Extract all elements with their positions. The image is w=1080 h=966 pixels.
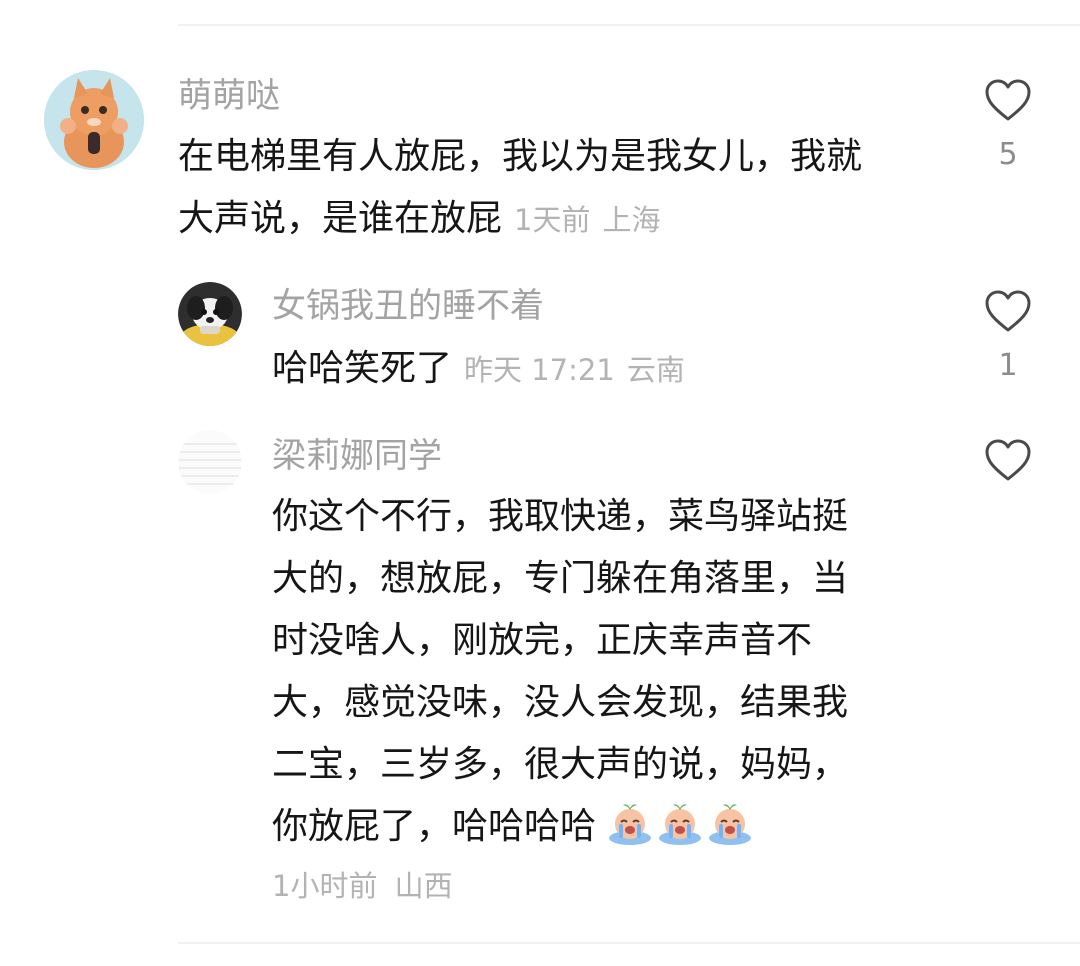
crying-laughing-emoji-icon (659, 804, 702, 845)
comment-line: 大，感觉没味，没人会发现，结果我 (272, 682, 849, 723)
comment-location: 山西 (394, 869, 453, 903)
comment-text: 你这个不行，我取快递，菜鸟驿站挺 大的，想放屁，专门躲在角落里，当 时没啥人，刚… (272, 486, 962, 858)
heart-icon (985, 439, 1031, 481)
comment-time: 1天前 (514, 203, 591, 237)
username[interactable]: 女锅我丑的睡不着 (272, 286, 544, 326)
heart-icon (985, 290, 1031, 332)
comment-time: 昨天 17:21 (464, 353, 615, 387)
puppy-avatar-icon[interactable] (178, 282, 242, 346)
crying-laughing-emoji-icon (709, 804, 752, 845)
comment-line: 哈哈笑死了 昨天 17:21 云南 (272, 348, 685, 389)
crying-laughing-emoji-icon (609, 804, 652, 845)
emoji-group (596, 804, 757, 847)
comment-location: 上海 (602, 203, 661, 237)
comment-location: 云南 (626, 353, 685, 387)
username[interactable]: 梁莉娜同学 (272, 436, 442, 476)
comment-line: 在电梯里有人放屁，我以为是我女儿，我就 (178, 136, 863, 177)
like-button[interactable]: 5 (978, 78, 1038, 174)
cat-avatar-icon[interactable] (44, 70, 144, 170)
comment-line: 你这个不行，我取快递，菜鸟驿站挺 (272, 496, 849, 537)
avatar[interactable] (178, 430, 242, 494)
comment-time: 1小时前 (272, 869, 378, 903)
comment-line: 时没啥人，刚放完，正庆幸声音不 (272, 620, 813, 661)
like-count: 1 (998, 348, 1018, 383)
like-button[interactable] (978, 438, 1038, 482)
like-count: 5 (998, 137, 1018, 172)
comment-line: 大的，想放屁，专门躲在角落里，当 (272, 558, 849, 599)
comment-text: 在电梯里有人放屁，我以为是我女儿，我就 大声说，是谁在放屁 1天前 上海 (178, 126, 968, 251)
like-button[interactable]: 1 (978, 289, 1038, 385)
top-divider (178, 24, 1080, 26)
comment-line: 你放屁了，哈哈哈哈 (272, 796, 962, 858)
heart-icon (985, 79, 1031, 121)
comment-meta: 1小时前 山西 (272, 866, 453, 906)
bottom-divider (178, 942, 1080, 944)
comment-line: 大声说，是谁在放屁 1天前 上海 (178, 198, 661, 239)
username[interactable]: 萌萌哒 (178, 76, 280, 116)
comment-line: 二宝，三岁多，很大声的说，妈妈， (272, 744, 849, 785)
comment-text: 哈哈笑死了 昨天 17:21 云南 (272, 338, 962, 401)
